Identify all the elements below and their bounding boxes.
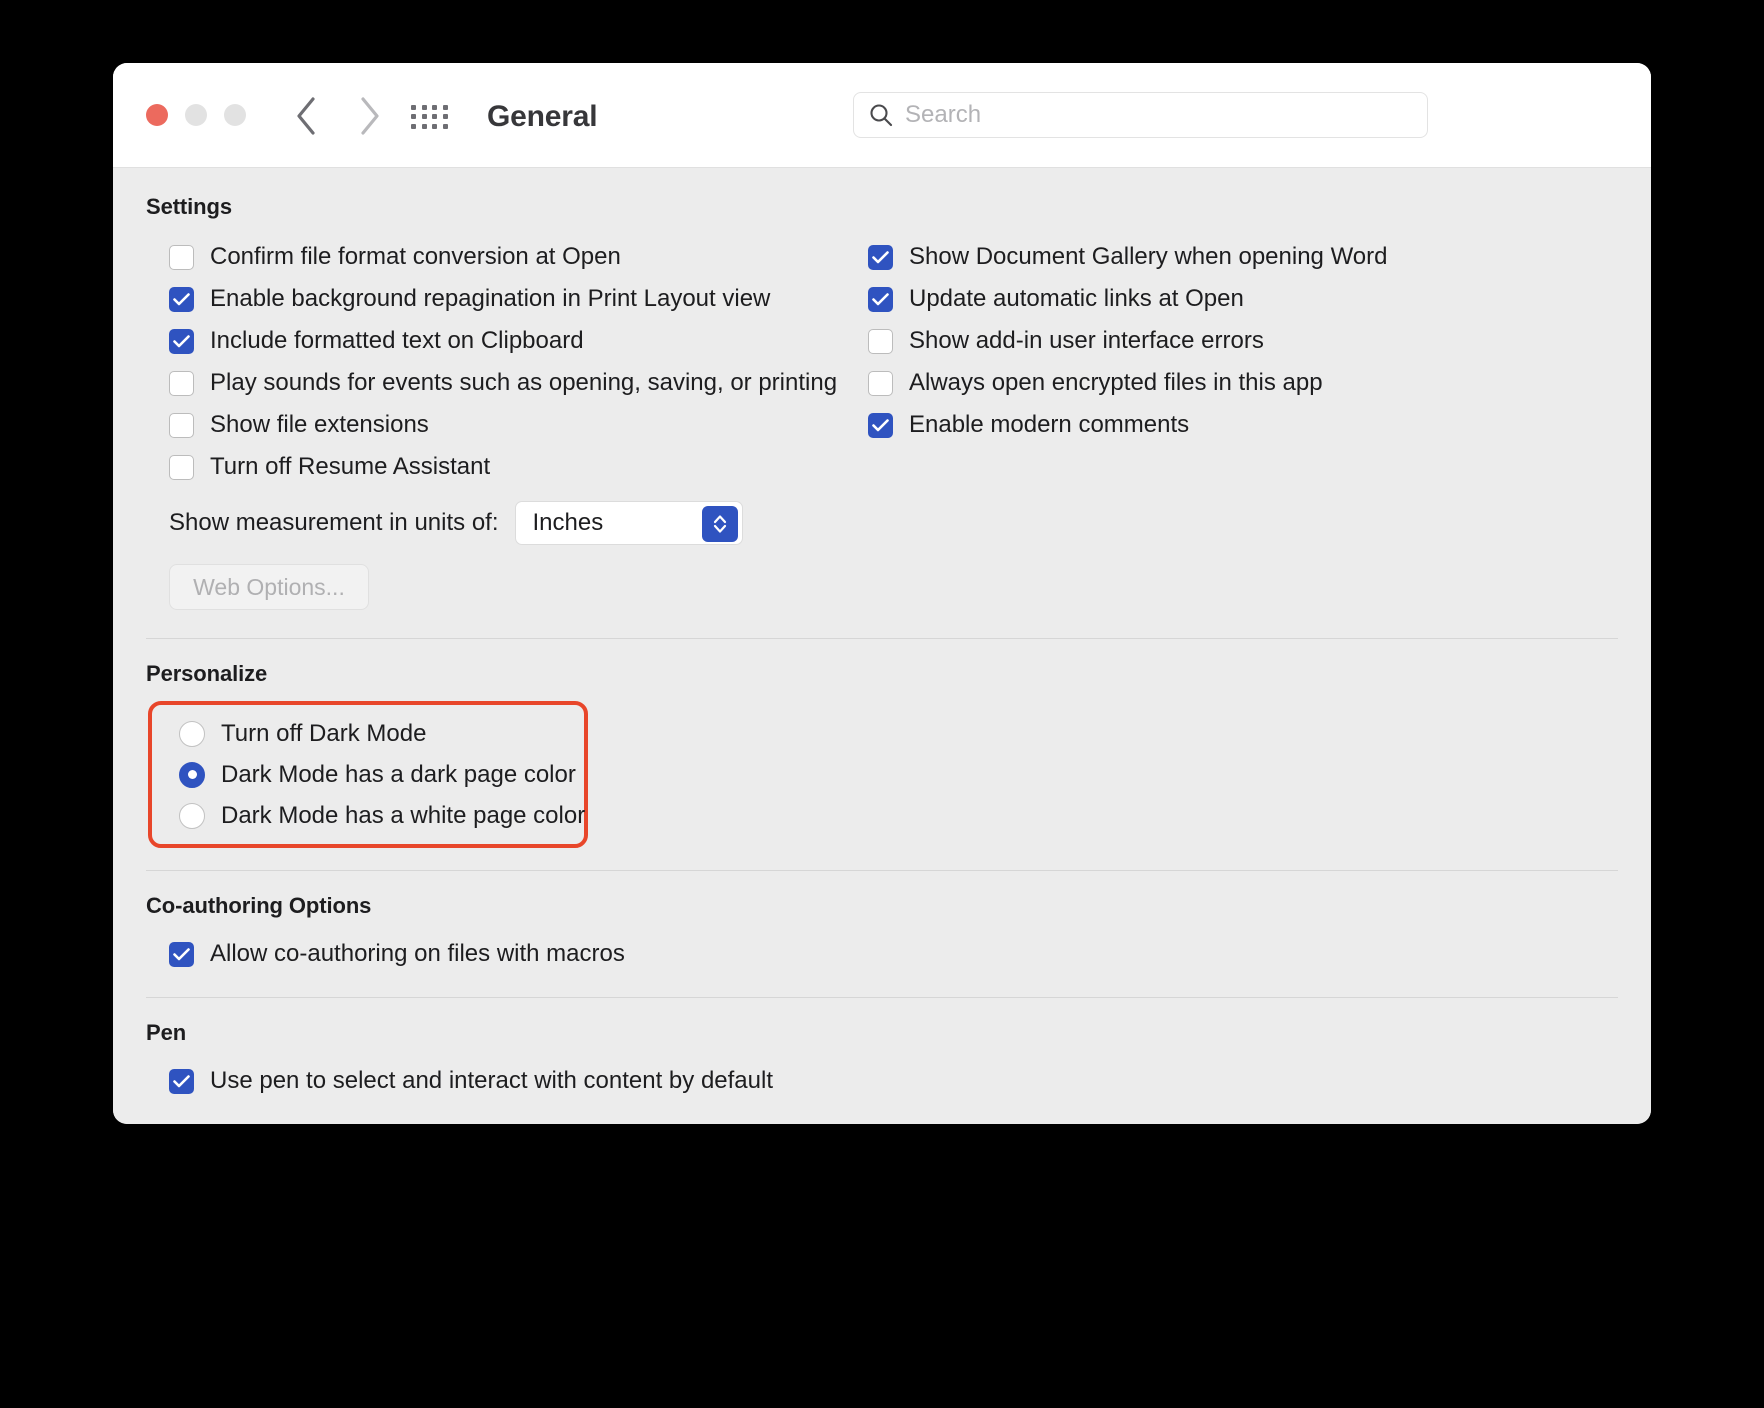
settings-section: Settings Confirm file format conversion … [146, 168, 1618, 639]
personalize-heading: Personalize [146, 661, 268, 686]
show-all-grid-icon[interactable] [411, 105, 449, 129]
checkbox-label: Confirm file format conversion at Open [210, 243, 621, 270]
checkbox-label: Play sounds for events such as opening, … [210, 369, 838, 396]
settings-right-column: Show Document Gallery when opening Word … [856, 236, 1618, 488]
checkbox-row-allow-coauthoring-macros[interactable]: Allow co-authoring on files with macros [146, 933, 1618, 975]
checkbox-icon[interactable] [169, 286, 194, 312]
checkbox-row-always-open-encrypted-files[interactable]: Always open encrypted files in this app [856, 362, 1618, 404]
minimize-button-icon[interactable] [185, 104, 207, 126]
navigation-arrows [285, 93, 391, 139]
checkbox-row-turn-off-resume-assistant[interactable]: Turn off Resume Assistant [146, 446, 856, 488]
checkbox-icon[interactable] [868, 286, 893, 312]
web-options-button[interactable]: Web Options... [169, 564, 369, 610]
checkbox-row-show-file-extensions[interactable]: Show file extensions [146, 404, 856, 446]
settings-left-column: Confirm file format conversion at Open E… [146, 236, 856, 488]
checkbox-label: Enable background repagination in Print … [210, 285, 771, 312]
window-controls [146, 104, 246, 126]
pen-heading: Pen [146, 1020, 187, 1045]
dark-mode-radio-group-highlight: Turn off Dark Mode Dark Mode has a dark … [148, 701, 588, 848]
window-titlebar: General [113, 63, 1651, 168]
radio-label: Turn off Dark Mode [221, 719, 427, 747]
radio-label: Dark Mode has a white page color [221, 801, 586, 829]
coauthoring-heading: Co-authoring Options [146, 893, 372, 918]
preferences-window: General Settings [113, 63, 1651, 1124]
checkbox-row-update-automatic-links[interactable]: Update automatic links at Open [856, 278, 1618, 320]
close-button-icon[interactable] [146, 104, 168, 126]
zoom-button-icon[interactable] [224, 104, 246, 126]
checkbox-label: Use pen to select and interact with cont… [210, 1067, 774, 1094]
checkbox-row-play-sounds-for-events[interactable]: Play sounds for events such as opening, … [146, 362, 856, 404]
settings-heading: Settings [146, 194, 232, 219]
checkbox-icon[interactable] [169, 454, 194, 480]
checkbox-row-show-document-gallery[interactable]: Show Document Gallery when opening Word [856, 236, 1618, 278]
forward-chevron-icon[interactable] [349, 93, 391, 139]
checkbox-icon[interactable] [868, 370, 893, 396]
checkbox-label: Always open encrypted files in this app [909, 369, 1323, 396]
checkbox-icon[interactable] [169, 1068, 194, 1094]
pen-section: Pen Use pen to select and interact with … [146, 998, 1618, 1124]
chevron-up-down-icon[interactable] [701, 506, 738, 542]
checkbox-label: Enable modern comments [909, 411, 1190, 438]
checkbox-row-include-formatted-text-on-clipboard[interactable]: Include formatted text on Clipboard [146, 320, 856, 362]
checkbox-row-show-addin-user-interface-errors[interactable]: Show add-in user interface errors [856, 320, 1618, 362]
checkbox-icon[interactable] [169, 244, 194, 270]
measurement-units-label: Show measurement in units of: [169, 509, 499, 536]
radio-button-icon[interactable] [179, 802, 205, 829]
checkbox-row-enable-modern-comments[interactable]: Enable modern comments [856, 404, 1618, 446]
checkbox-label: Update automatic links at Open [909, 285, 1244, 312]
radio-row-white-page-color[interactable]: Dark Mode has a white page color [152, 795, 586, 836]
checkbox-label: Turn off Resume Assistant [210, 453, 491, 480]
checkbox-icon[interactable] [169, 412, 194, 438]
checkbox-icon[interactable] [868, 328, 893, 354]
checkbox-icon[interactable] [868, 244, 893, 270]
checkbox-label: Allow co-authoring on files with macros [210, 940, 625, 967]
search-input[interactable] [905, 101, 1385, 129]
checkbox-label: Show add-in user interface errors [909, 327, 1264, 354]
desktop-background: General Settings [0, 0, 1764, 1408]
checkbox-label: Include formatted text on Clipboard [210, 327, 584, 354]
measurement-units-dropdown[interactable]: Inches [514, 501, 743, 545]
checkbox-icon[interactable] [169, 370, 194, 396]
personalize-section: Personalize Turn off Dark Mode Dark Mode… [146, 639, 1618, 871]
checkbox-row-confirm-file-format-conversion[interactable]: Confirm file format conversion at Open [146, 236, 856, 278]
radio-button-icon[interactable] [179, 720, 205, 747]
measurement-units-value: Inches [532, 509, 604, 536]
checkbox-icon[interactable] [169, 328, 194, 354]
search-field[interactable] [853, 92, 1428, 138]
coauthoring-section: Co-authoring Options Allow co-authoring … [146, 871, 1618, 998]
measurement-units-row: Show measurement in units of: Inches [146, 494, 1618, 552]
search-icon [868, 102, 894, 128]
checkbox-icon[interactable] [169, 941, 194, 967]
preferences-content: Settings Confirm file format conversion … [113, 168, 1651, 1124]
radio-label: Dark Mode has a dark page color [221, 760, 576, 788]
radio-row-dark-page-color[interactable]: Dark Mode has a dark page color [152, 754, 584, 795]
checkbox-icon[interactable] [868, 412, 893, 438]
checkbox-row-enable-background-repagination[interactable]: Enable background repagination in Print … [146, 278, 856, 320]
page-title: General [487, 100, 598, 133]
radio-button-icon[interactable] [179, 761, 205, 788]
radio-row-turn-off-dark-mode[interactable]: Turn off Dark Mode [152, 713, 584, 754]
checkbox-label: Show file extensions [210, 411, 429, 438]
settings-grid: Confirm file format conversion at Open E… [146, 236, 1618, 488]
checkbox-label: Show Document Gallery when opening Word [909, 243, 1388, 270]
checkbox-row-use-pen-to-select[interactable]: Use pen to select and interact with cont… [146, 1060, 1618, 1102]
back-chevron-icon[interactable] [285, 93, 327, 139]
